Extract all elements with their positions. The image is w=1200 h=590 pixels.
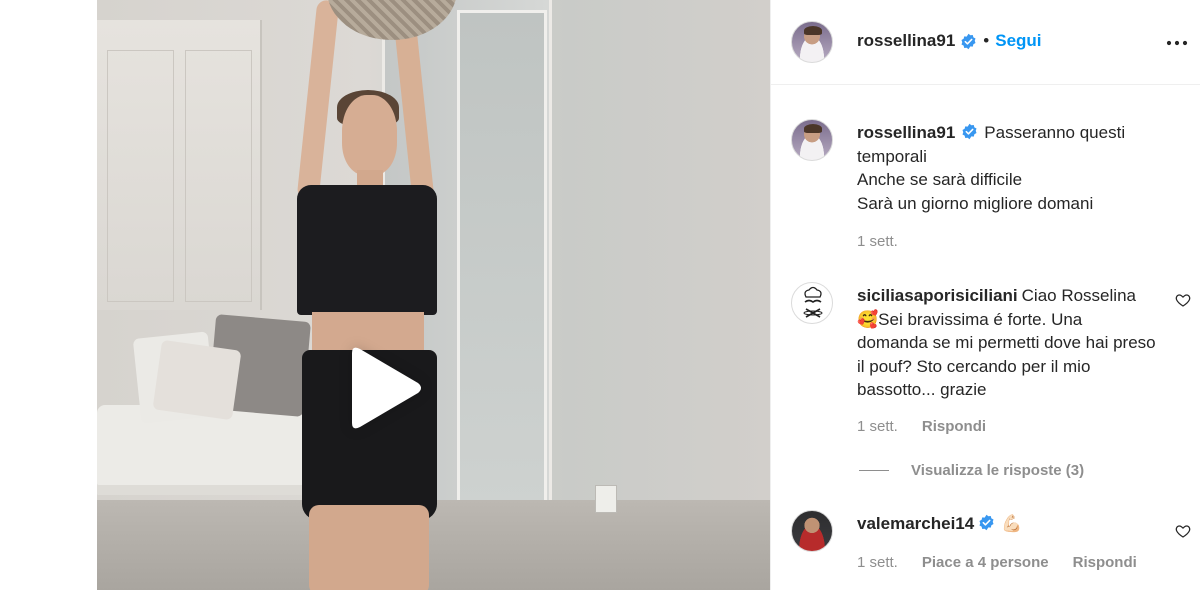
video-frame-person bbox=[342, 95, 397, 175]
follow-button[interactable]: Segui bbox=[995, 31, 1041, 51]
chef-logo-icon bbox=[803, 286, 823, 318]
video-frame-sofa bbox=[97, 405, 322, 495]
post-header: rossellina91 • Segui bbox=[771, 0, 1200, 85]
caption-timestamp[interactable]: 1 sett. bbox=[857, 233, 898, 250]
view-replies-button[interactable]: Visualizza le risposte (3) bbox=[859, 462, 1084, 479]
comment-emoji: 🥰 bbox=[857, 309, 879, 329]
comment-text: Ciao Rosselina bbox=[1021, 286, 1136, 305]
post-media bbox=[0, 0, 770, 590]
caption-avatar[interactable] bbox=[791, 119, 833, 161]
comment-username[interactable]: valemarchei14 bbox=[857, 514, 974, 533]
likes-count-button[interactable]: Piace a 4 persone bbox=[922, 554, 1049, 571]
reply-button[interactable]: Rispondi bbox=[922, 418, 986, 435]
post-header-info: rossellina91 • Segui bbox=[857, 31, 1042, 51]
heart-outline-icon[interactable] bbox=[1175, 523, 1191, 539]
video-player[interactable] bbox=[97, 0, 770, 590]
comment-1: siciliasaporisiciliani Ciao Rosselina 🥰Se… bbox=[857, 284, 1157, 402]
separator-dot: • bbox=[983, 31, 990, 50]
caption-text-line2: Anche se sarà difficile bbox=[857, 170, 1023, 189]
post-side-panel: rossellina91 • Segui rossellina91 Passer… bbox=[770, 0, 1200, 590]
video-frame-cushion bbox=[152, 339, 242, 421]
comment-timestamp[interactable]: 1 sett. bbox=[857, 418, 898, 435]
avatar[interactable] bbox=[791, 21, 833, 63]
video-frame-light-switch bbox=[595, 485, 617, 513]
heart-outline-icon[interactable] bbox=[1175, 292, 1191, 308]
video-frame-person bbox=[309, 505, 429, 590]
verified-badge-icon bbox=[979, 514, 994, 531]
play-button[interactable] bbox=[338, 343, 428, 433]
author-username[interactable]: rossellina91 bbox=[857, 31, 955, 51]
reply-button[interactable]: Rispondi bbox=[1073, 554, 1137, 571]
comment-avatar[interactable] bbox=[791, 510, 833, 552]
comment-2-meta: 1 sett. Piace a 4 persone Rispondi bbox=[857, 554, 1137, 571]
comment-text-continued: Sei bravissima é forte. Una domanda se m… bbox=[857, 309, 1156, 400]
replies-divider-line bbox=[859, 470, 889, 471]
caption: rossellina91 Passeranno questi temporali… bbox=[857, 121, 1177, 215]
caption-text-line3: Sarà un giorno migliore domani bbox=[857, 193, 1094, 213]
comment-1-meta: 1 sett. Rispondi bbox=[857, 418, 986, 435]
comment-avatar[interactable] bbox=[791, 282, 833, 324]
video-frame-glass-panel bbox=[457, 10, 547, 550]
more-options-icon[interactable] bbox=[1166, 33, 1188, 53]
verified-badge-icon bbox=[961, 33, 976, 49]
video-frame-cabinet bbox=[97, 20, 262, 310]
play-icon bbox=[352, 347, 421, 429]
caption-username[interactable]: rossellina91 bbox=[857, 123, 955, 142]
comment-timestamp[interactable]: 1 sett. bbox=[857, 554, 898, 571]
caption-meta: 1 sett. bbox=[857, 233, 898, 250]
video-frame-person bbox=[297, 185, 437, 315]
comment-emoji: 💪🏻 bbox=[1001, 514, 1023, 533]
view-replies-label: Visualizza le risposte (3) bbox=[911, 462, 1085, 479]
comment-username[interactable]: siciliasaporisiciliani bbox=[857, 286, 1018, 305]
verified-badge-icon bbox=[962, 123, 977, 140]
comment-2: valemarchei14 💪🏻 bbox=[857, 512, 1157, 536]
